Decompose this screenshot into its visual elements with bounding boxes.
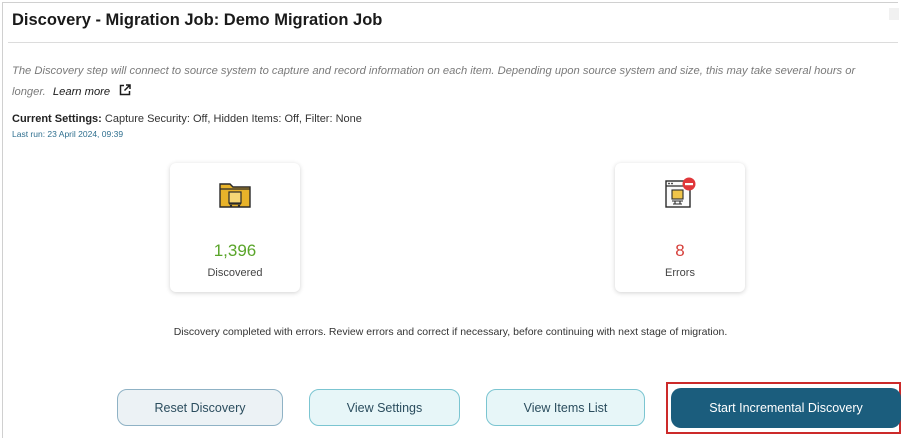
discovered-count: 1,396 <box>213 241 257 260</box>
view-settings-button[interactable]: View Settings <box>309 389 460 426</box>
page-title: Discovery - Migration Job: Demo Migratio… <box>12 11 383 29</box>
last-run-timestamp: Last run: 23 April 2024, 09:39 <box>12 129 124 139</box>
scrollbar-stub[interactable] <box>889 8 899 20</box>
current-settings-value: Capture Security: Off, Hidden Items: Off… <box>104 113 362 125</box>
folder-icon <box>219 183 251 208</box>
errors-card: 8 Errors <box>615 163 745 292</box>
discovered-label: Discovered <box>207 267 263 279</box>
current-settings-label: Current Settings: <box>12 113 102 125</box>
errors-count: 8 <box>675 241 685 260</box>
start-incremental-discovery-button[interactable]: Start Incremental Discovery <box>671 388 901 428</box>
description-text: The Discovery step will connect to sourc… <box>12 65 856 98</box>
reset-discovery-button[interactable]: Reset Discovery <box>117 389 283 426</box>
external-link-icon[interactable] <box>119 84 131 96</box>
status-message: Discovery completed with errors. Review … <box>173 326 728 338</box>
document-error-icon <box>665 177 696 208</box>
errors-label: Errors <box>665 267 695 279</box>
learn-more-link[interactable]: Learn more <box>53 86 110 98</box>
discovery-description: The Discovery step will connect to sourc… <box>12 61 892 103</box>
view-items-list-button[interactable]: View Items List <box>486 389 645 426</box>
title-divider <box>8 42 898 43</box>
discovered-card: 1,396 Discovered <box>170 163 300 292</box>
current-settings: Current Settings: Capture Security: Off,… <box>12 113 362 125</box>
